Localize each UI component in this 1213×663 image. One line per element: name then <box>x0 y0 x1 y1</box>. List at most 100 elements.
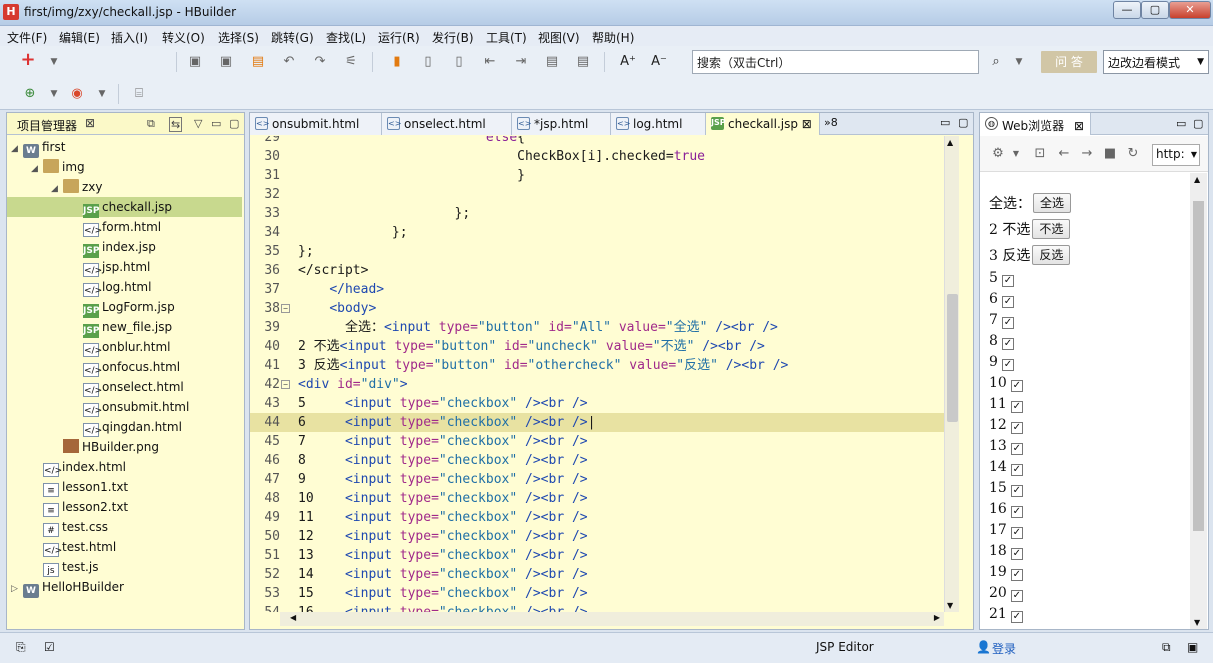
menu-item[interactable]: 查找(L) <box>326 29 366 46</box>
fold-toggle-icon[interactable]: − <box>281 304 290 313</box>
checkbox[interactable]: ✓ <box>1010 485 1023 497</box>
tree-item[interactable]: ≡ lesson2.txt <box>7 497 242 517</box>
address-bar[interactable]: http: ▼ <box>1152 144 1200 166</box>
checkbox[interactable]: ✓ <box>1010 506 1023 518</box>
editor-tab[interactable]: <> onsubmit.html <box>250 113 382 135</box>
code-line[interactable]: 38− <body> <box>250 299 944 318</box>
feedback-icon[interactable]: ⌸ <box>131 86 147 102</box>
code-line[interactable]: 33 }; <box>250 204 944 223</box>
go-back-icon[interactable]: ⇤ <box>482 54 498 70</box>
browser-vertical-scrollbar[interactable]: ▲ ▼ <box>1190 173 1207 629</box>
close-button[interactable]: ✕ <box>1169 1 1211 19</box>
font-decrease-icon[interactable]: A⁻ <box>651 54 667 70</box>
menu-item[interactable]: 发行(B) <box>432 29 474 46</box>
menu-item[interactable]: 运行(R) <box>378 29 420 46</box>
page-button[interactable]: 全选 <box>1033 193 1072 213</box>
code-line[interactable]: 31 } <box>250 166 944 185</box>
scroll-right-icon[interactable]: ▶ <box>934 613 940 622</box>
chevron-down-icon[interactable]: ▼ <box>46 54 62 70</box>
chevron-down-icon[interactable]: ▼ <box>1008 146 1024 162</box>
tree-item[interactable]: </>onsubmit.html <box>7 397 242 417</box>
checkbox[interactable]: ✓ <box>1010 443 1023 455</box>
tree-item[interactable]: JSP LogForm.jsp <box>7 297 242 318</box>
code-line[interactable]: 44 6 <input type="checkbox" /><br />| <box>250 413 944 432</box>
code-line[interactable]: 51 13 <input type="checkbox" /><br /> <box>250 546 944 565</box>
tree-item[interactable]: </>test.html <box>7 537 242 557</box>
restore-icon[interactable]: ⧉ <box>1162 640 1171 655</box>
back-arrow-icon[interactable]: ← <box>1056 146 1072 162</box>
tree-item[interactable]: JSP index.jsp <box>7 237 242 258</box>
tree-item[interactable]: </>onblur.html <box>7 337 242 357</box>
print-icon[interactable]: ▤ <box>250 54 266 70</box>
editor-horizontal-scrollbar[interactable]: ◀ ▶ <box>280 612 944 626</box>
checkbox[interactable]: ✓ <box>1010 527 1023 539</box>
fold-toggle-icon[interactable]: − <box>281 380 290 389</box>
code-line[interactable]: 34 }; <box>250 223 944 242</box>
tree-item[interactable]: JSP checkall.jsp <box>7 197 242 218</box>
tree-item[interactable]: ▷ W HelloHBuilder <box>7 577 242 598</box>
view-mode-select[interactable]: 边改边看模式 ▼ <box>1103 50 1209 74</box>
menu-item[interactable]: 选择(S) <box>218 29 259 46</box>
collapse-all-icon[interactable]: ⧉ <box>147 117 155 131</box>
scroll-thumb[interactable] <box>947 294 958 422</box>
menu-item[interactable]: 编辑(E) <box>59 29 100 46</box>
link-editor-icon[interactable]: ⇆ <box>169 117 183 132</box>
editor-tab[interactable]: JSP checkall.jsp ⊠ <box>706 113 820 135</box>
code-line[interactable]: 47 9 <input type="checkbox" /><br /> <box>250 470 944 489</box>
checkbox[interactable]: ✓ <box>1001 275 1014 287</box>
menu-item[interactable]: 文件(F) <box>7 29 47 46</box>
view-menu-icon[interactable]: ▽ <box>194 117 202 130</box>
new-window-icon[interactable]: ⎘ <box>16 640 26 655</box>
close-icon[interactable]: ⊠ <box>1074 119 1084 133</box>
console-icon[interactable]: ⊡ <box>1032 146 1048 162</box>
new-file-icon[interactable]: + <box>20 51 36 69</box>
font-increase-icon[interactable]: A⁺ <box>620 54 636 70</box>
code-line[interactable]: 45 7 <input type="checkbox" /><br /> <box>250 432 944 451</box>
expand-arrow-icon[interactable]: ◢ <box>11 139 23 159</box>
prev-bookmark-icon[interactable]: ▯ <box>420 54 436 70</box>
maximize-panel-icon[interactable]: ▢ <box>1193 117 1203 130</box>
chrome-icon[interactable]: ◉ <box>69 86 85 102</box>
minimize-panel-icon[interactable]: ▭ <box>211 117 221 130</box>
page-button[interactable]: 反选 <box>1032 245 1071 265</box>
undo-icon[interactable]: ↶ <box>281 54 297 70</box>
maximize-button[interactable]: ▢ <box>1141 1 1169 19</box>
maximize-panel-icon[interactable]: ▢ <box>229 117 239 130</box>
browser-tab[interactable]: ◍ Web浏览器 ⊠ <box>980 113 1092 135</box>
menu-item[interactable]: 转义(O) <box>162 29 205 46</box>
stop-icon[interactable]: ■ <box>1102 146 1118 162</box>
tree-item[interactable]: HBuilder.png <box>7 437 242 457</box>
checkbox[interactable]: ✓ <box>1010 401 1023 413</box>
bookmark-icon[interactable]: ▮ <box>389 54 405 70</box>
code-line[interactable]: 30 CheckBox[i].checked=true <box>250 147 944 166</box>
code-line[interactable]: 48 10 <input type="checkbox" /><br /> <box>250 489 944 508</box>
checkbox[interactable]: ✓ <box>1010 380 1023 392</box>
checkbox[interactable]: ✓ <box>1010 590 1023 602</box>
scroll-left-icon[interactable]: ◀ <box>290 613 296 622</box>
code-area[interactable]: 29 else{30 CheckBox[i].checked=true 31 } 3… <box>250 136 973 612</box>
menu-item[interactable]: 工具(T) <box>486 29 527 46</box>
editor-tab[interactable]: <> *jsp.html <box>512 113 611 135</box>
next-bookmark-icon[interactable]: ▯ <box>451 54 467 70</box>
tree-item[interactable]: </>jsp.html <box>7 257 242 277</box>
format-icon[interactable]: ⚟ <box>343 54 359 70</box>
code-line[interactable]: 54 16 <input type="checkbox" /><br /> <box>250 603 944 612</box>
scroll-down-icon[interactable]: ▼ <box>1194 618 1200 627</box>
code-line[interactable]: 42− <div id="div"> <box>250 375 944 394</box>
code-line[interactable]: 36 </script> <box>250 261 944 280</box>
code-line[interactable]: 43 5 <input type="checkbox" /><br /> <box>250 394 944 413</box>
go-forward-icon[interactable]: ⇥ <box>513 54 529 70</box>
minimize-panel-icon[interactable]: ▭ <box>940 116 950 129</box>
menu-item[interactable]: 帮助(H) <box>592 29 634 46</box>
code-line[interactable]: 50 12 <input type="checkbox" /><br /> <box>250 527 944 546</box>
editor-tab[interactable]: <> onselect.html <box>382 113 512 135</box>
chevron-down-icon[interactable]: ▼ <box>46 86 62 102</box>
tree-item[interactable]: </>log.html <box>7 277 242 297</box>
comment-icon[interactable]: ▤ <box>544 54 560 70</box>
code-line[interactable]: 53 15 <input type="checkbox" /><br /> <box>250 584 944 603</box>
editor-tab[interactable]: <> log.html <box>611 113 706 135</box>
explorer-tab[interactable]: 项目管理器 ⊠ ⧉ ⇆ ▽ ▭ ▢ <box>7 113 244 135</box>
maximize-panel-icon[interactable]: ▢ <box>958 116 968 129</box>
tree-item[interactable]: js test.js <box>7 557 242 577</box>
forward-arrow-icon[interactable]: → <box>1079 146 1095 162</box>
